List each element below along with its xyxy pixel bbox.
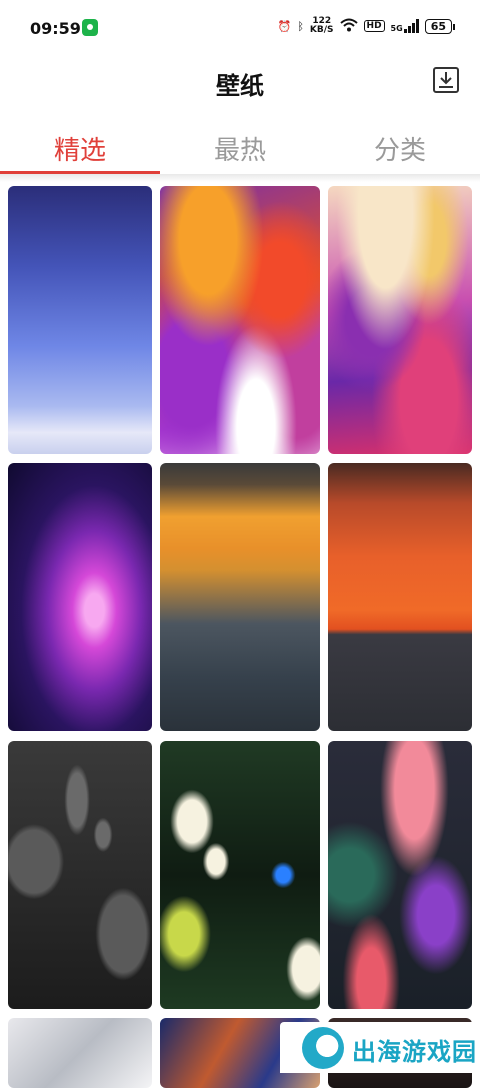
signal-icon: 5G — [391, 19, 419, 33]
tab-featured[interactable]: 精选 — [0, 130, 160, 167]
wallpaper-tile-10[interactable] — [8, 1018, 152, 1088]
wallpaper-tile-2[interactable] — [160, 186, 320, 454]
wallpaper-tile-1[interactable] — [8, 186, 152, 454]
bluetooth-icon: ᛒ — [297, 19, 304, 33]
wifi-icon — [339, 18, 358, 35]
status-bar: 09:59 ⏰ ᛒ 122 KB/S HD 5G 65 — [0, 0, 480, 58]
watermark-text: 出海游戏园 — [352, 1038, 477, 1066]
watermark-logo-icon — [302, 1027, 344, 1069]
download-icon — [433, 67, 459, 93]
tab-divider — [0, 174, 480, 182]
watermark: 出海游戏园 — [280, 1022, 480, 1073]
status-icons: ⏰ ᛒ 122 KB/S HD 5G 65 — [277, 17, 456, 35]
wallpaper-tile-4[interactable] — [8, 463, 152, 731]
security-shield-icon — [82, 19, 98, 36]
wallpaper-tile-5[interactable] — [160, 463, 320, 731]
hd-badge: HD — [363, 20, 385, 32]
app-header: 壁纸 — [0, 58, 480, 116]
tab-categories[interactable]: 分类 — [320, 130, 480, 167]
network-speed-unit: KB/S — [309, 25, 334, 35]
battery-icon: 65 — [424, 18, 456, 34]
network-type: 5G — [390, 24, 403, 33]
status-time: 09:59 — [30, 19, 81, 38]
wallpaper-tile-7[interactable] — [8, 741, 152, 1009]
alarm-icon: ⏰ — [277, 19, 292, 33]
tab-popular[interactable]: 最热 — [160, 130, 320, 167]
page-title: 壁纸 — [216, 72, 264, 100]
wallpaper-tile-9[interactable] — [328, 741, 472, 1009]
wallpaper-tile-3[interactable] — [328, 186, 472, 454]
wallpaper-tile-8[interactable] — [160, 741, 320, 1009]
wallpaper-tile-6[interactable] — [328, 463, 472, 731]
download-button[interactable] — [432, 66, 460, 94]
tab-bar: 精选 最热 分类 — [0, 118, 480, 174]
network-speed: 122 KB/S — [310, 17, 334, 35]
